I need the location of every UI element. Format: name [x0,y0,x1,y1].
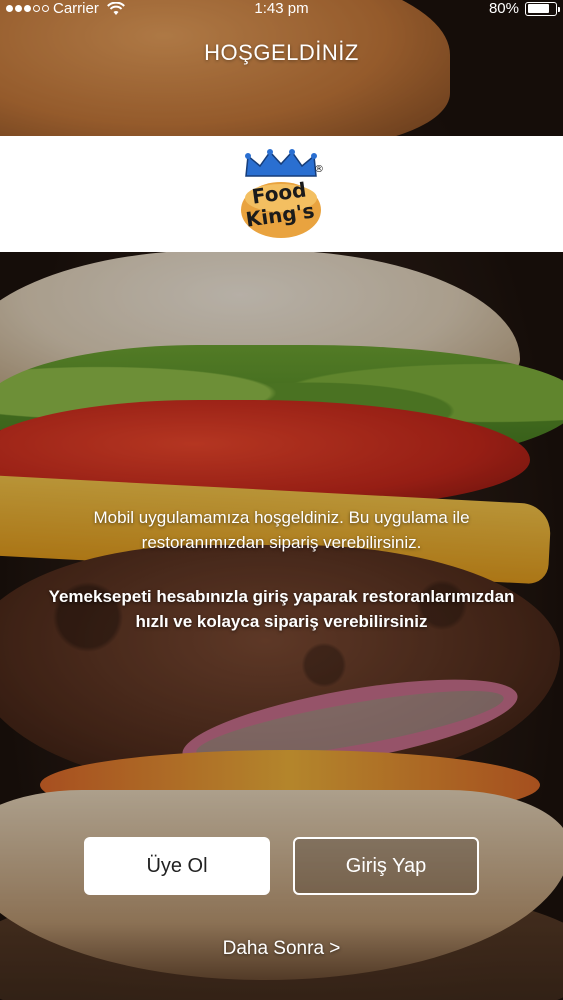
battery-icon [525,1,560,16]
yemeksepeti-message: Yemeksepeti hesabınızla giriş yaparak re… [20,584,543,634]
yemeksepeti-line-1: Yemeksepeti hesabınızla giriş yaparak re… [48,587,515,606]
clock: 1:43 pm [254,0,309,17]
registered-mark: ® [314,164,324,175]
skip-later-link[interactable]: Daha Sonra > [0,938,563,960]
register-button[interactable]: Üye Ol [84,837,270,895]
welcome-line-2: restoranımızdan sipariş verebilirsiniz. [141,533,422,552]
page-title: HOŞGELDİNİZ [204,40,359,65]
battery-percentage: 80% [488,0,519,17]
status-bar: Carrier 1:43 pm 80% [0,0,563,18]
welcome-message: Mobil uygulamamıza hoşgeldiniz. Bu uygul… [30,505,533,555]
login-button[interactable]: Giriş Yap [293,837,479,895]
food-kings-logo: Food King's ® [241,149,324,238]
welcome-line-1: Mobil uygulamamıza hoşgeldiniz. Bu uygul… [93,508,470,527]
yemeksepeti-line-2: hızlı ve kolayca sipariş verebilirsiniz [135,612,428,631]
logo-banner: Food King's ® [0,136,563,252]
